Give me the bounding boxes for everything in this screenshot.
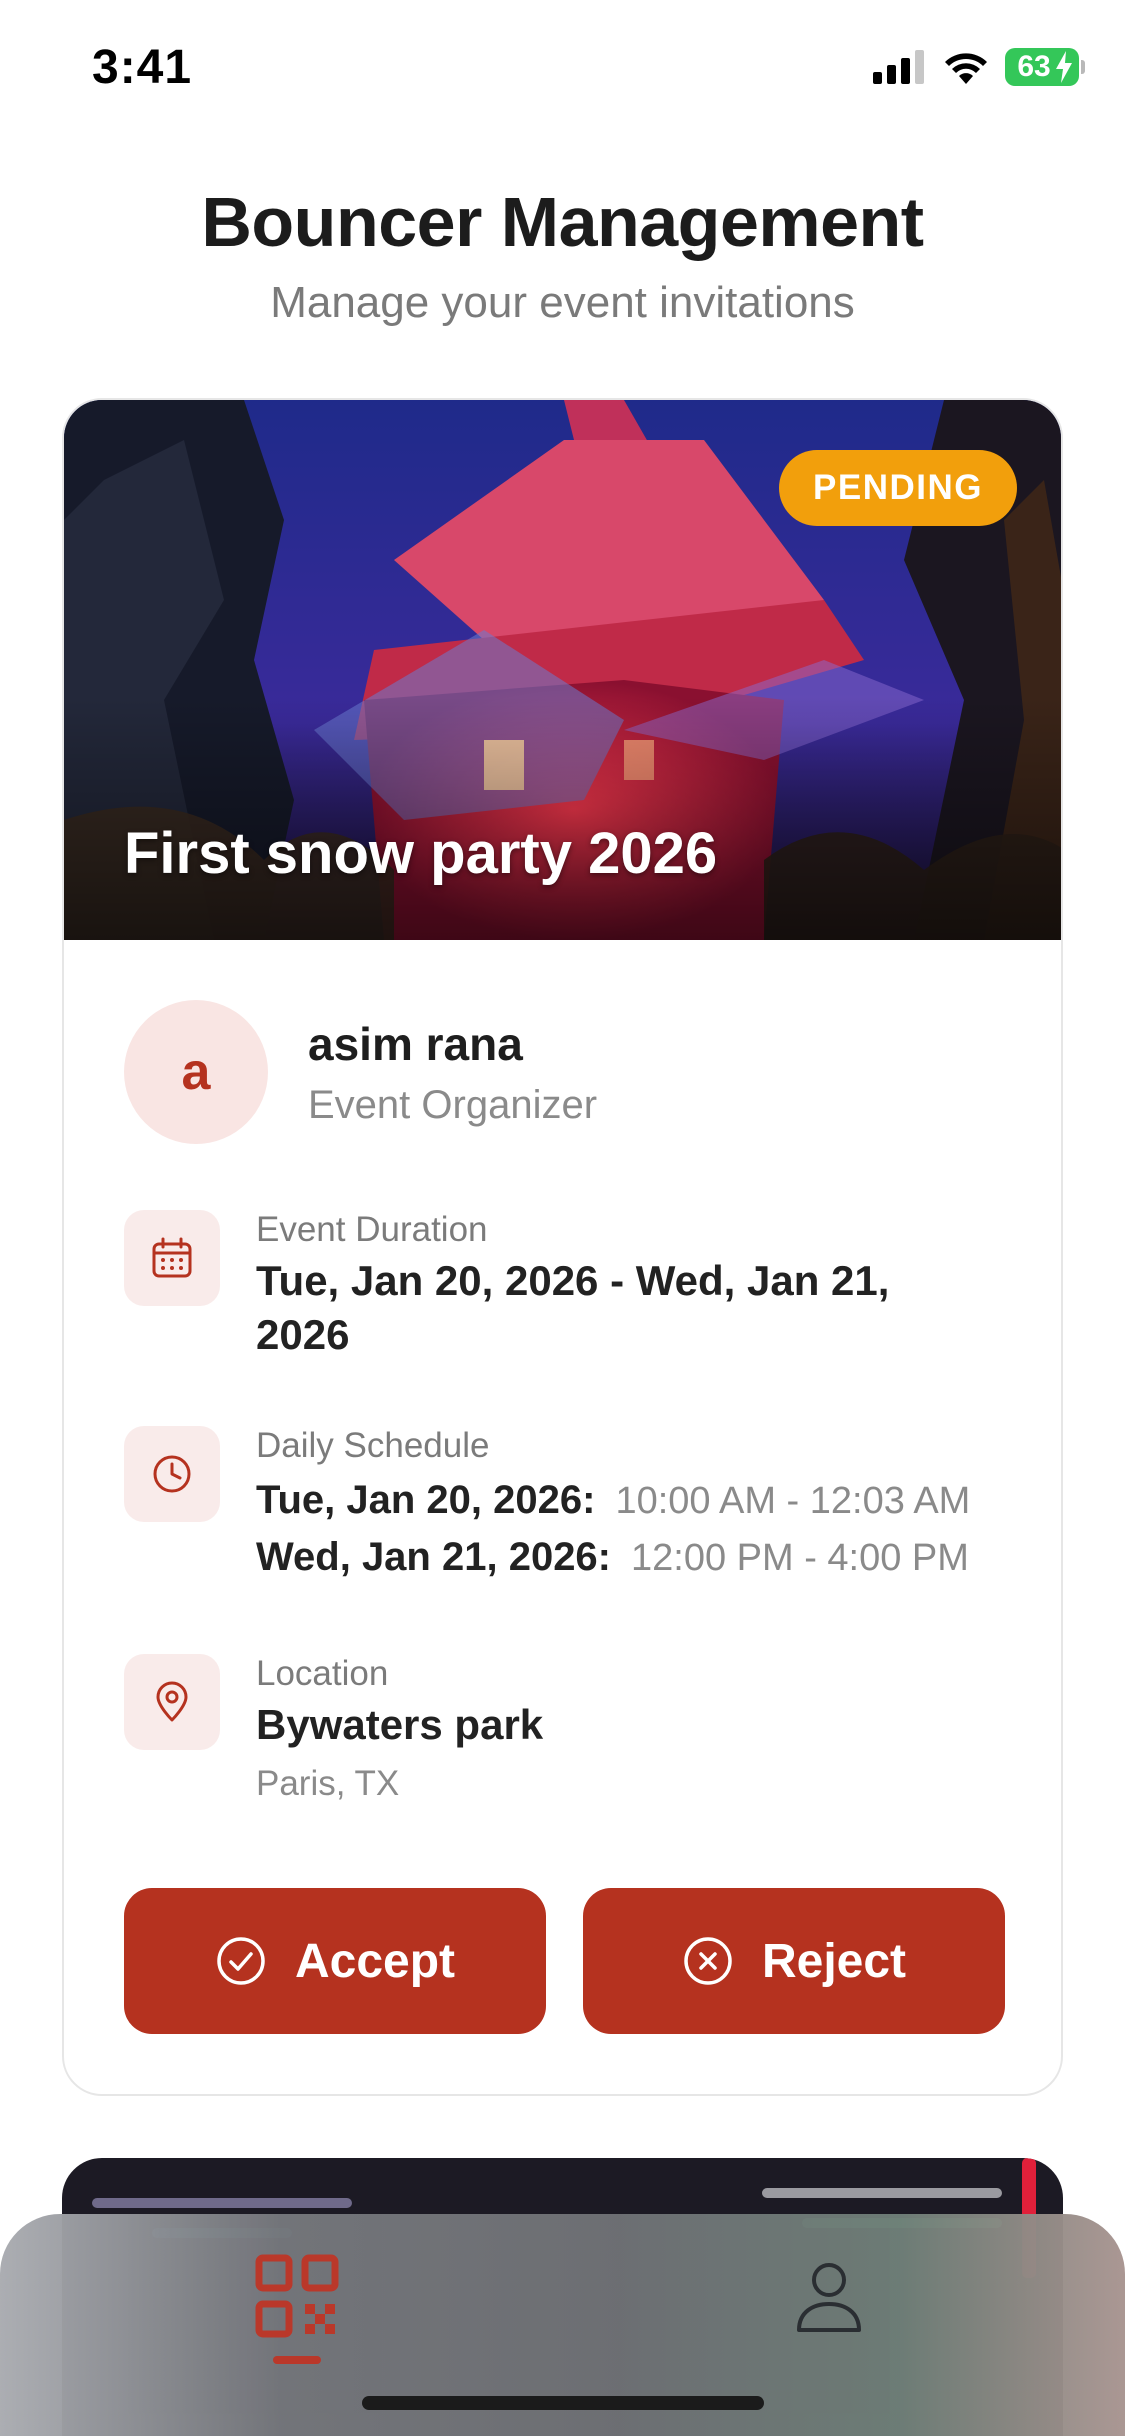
battery-charging-icon: 63 <box>1005 48 1085 86</box>
location-row: Location Bywaters park Paris, TX <box>124 1654 543 1804</box>
cellular-signal-icon <box>873 50 924 84</box>
event-title: First snow party 2026 <box>124 821 718 886</box>
location-name: Bywaters park <box>256 1701 544 1748</box>
home-indicator <box>362 2396 764 2410</box>
page-subtitle: Manage your event invitations <box>270 278 855 327</box>
schedule-entry: Wed, Jan 21, 2026: 12:00 PM - 4:00 PM <box>256 1535 970 1580</box>
invitation-actions: Accept Reject <box>124 1888 1005 2034</box>
schedule-date: Tue, Jan 20, 2026: <box>256 1478 596 1522</box>
check-circle-icon <box>217 1937 265 1985</box>
wifi-icon <box>945 53 987 84</box>
invitation-card[interactable]: PENDING First snow party 2026 a asim ran… <box>62 398 1063 2096</box>
bolt-icon <box>1056 51 1072 83</box>
page-title: Bouncer Management <box>201 183 924 261</box>
tab-scan[interactable] <box>237 2254 357 2374</box>
status-icons: 63 <box>873 48 1085 86</box>
event-duration-value: Tue, Jan 20, 2026 - Wed, Jan 21, 2026 <box>256 1257 890 1358</box>
accept-button[interactable]: Accept <box>124 1888 546 2034</box>
event-hero-image: PENDING First snow party 2026 <box>64 400 1061 940</box>
avatar: a <box>124 1000 268 1144</box>
status-time: 3:41 <box>92 41 193 94</box>
qr-code-icon <box>255 2254 339 2338</box>
card-image-detail <box>762 2188 1002 2198</box>
map-pin-icon <box>124 1654 220 1750</box>
location-label: Location <box>256 1654 389 1693</box>
daily-schedule-label: Daily Schedule <box>256 1426 490 1465</box>
accept-label: Accept <box>294 1934 456 1988</box>
x-circle-icon <box>684 1937 732 1985</box>
organizer-name: asim rana <box>308 1017 523 1070</box>
tab-profile[interactable] <box>769 2254 889 2374</box>
schedule-time: 10:00 AM - 12:03 AM <box>615 1480 971 1522</box>
battery-level: 63 <box>1017 50 1051 83</box>
organizer-role: Event Organizer <box>308 1082 598 1127</box>
schedule-entry: Tue, Jan 20, 2026: 10:00 AM - 12:03 AM <box>256 1478 970 1523</box>
schedule-time: 12:00 PM - 4:00 PM <box>631 1537 969 1579</box>
location-city: Paris, TX <box>256 1764 400 1803</box>
schedule-date: Wed, Jan 21, 2026: <box>256 1535 611 1579</box>
reject-label: Reject <box>761 1934 907 1988</box>
event-duration-row: Event Duration Tue, Jan 20, 2026 - Wed, … <box>124 1210 976 1362</box>
user-icon <box>797 2263 861 2332</box>
calendar-icon <box>124 1210 220 1306</box>
organizer-info: a asim rana Event Organizer <box>124 1000 597 1144</box>
card-image-detail <box>92 2198 352 2208</box>
status-badge: PENDING <box>779 450 1017 526</box>
reject-button[interactable]: Reject <box>583 1888 1005 2034</box>
daily-schedule-row: Daily Schedule Tue, Jan 20, 2026: 10:00 … <box>124 1426 970 1580</box>
event-duration-label: Event Duration <box>256 1210 488 1249</box>
clock-icon <box>124 1426 220 1522</box>
status-bar: 3:41 63 <box>0 0 1125 140</box>
active-tab-indicator <box>273 2356 321 2364</box>
